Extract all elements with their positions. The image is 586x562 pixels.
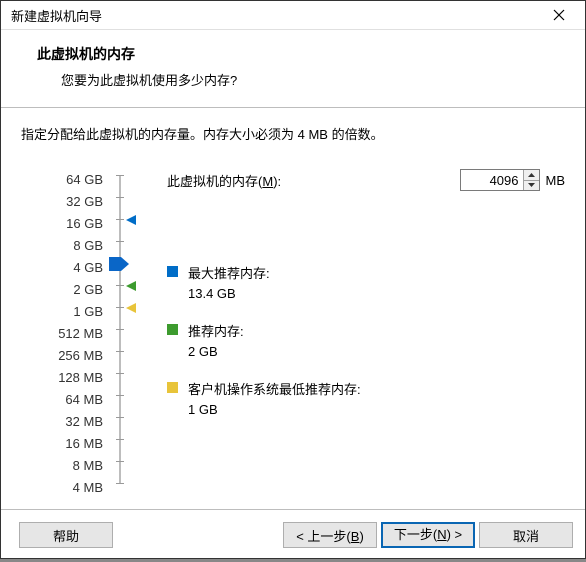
scale-tick-label: 128 MB	[21, 367, 113, 389]
recommended-block: 推荐内存: 2 GB	[167, 321, 565, 359]
help-button[interactable]: 帮助	[19, 522, 113, 548]
titlebar: 新建虚拟机向导	[1, 1, 585, 30]
memory-content: 64 GB 32 GB 16 GB 8 GB 4 GB 2 GB 1 GB 51…	[21, 169, 565, 499]
scale-tick-label: 1 GB	[21, 301, 113, 323]
window-title: 新建虚拟机向导	[11, 6, 539, 25]
memory-slider-track[interactable]	[113, 175, 139, 483]
memory-label-suffix: ):	[273, 174, 281, 189]
square-icon	[167, 382, 178, 393]
max-memory-marker	[126, 215, 136, 225]
back-suffix: )	[359, 529, 363, 544]
scale-tick-label: 32 MB	[21, 411, 113, 433]
memory-input-row: 此虚拟机的内存(M): MB	[167, 169, 565, 191]
page-subtitle: 您要为此虚拟机使用多少内存?	[37, 70, 585, 89]
scale-tick-label: 64 MB	[21, 389, 113, 411]
chevron-down-icon	[528, 183, 535, 187]
memory-label-hotkey: M	[262, 174, 273, 189]
scale-tick-label: 16 GB	[21, 213, 113, 235]
next-hotkey: N	[437, 527, 446, 542]
recommended-title: 推荐内存:	[188, 321, 244, 340]
scale-tick-label: 4 GB	[21, 257, 113, 279]
back-button[interactable]: < 上一步(B)	[283, 522, 377, 548]
memory-spinner	[460, 169, 540, 191]
next-prefix: 下一步(	[394, 527, 437, 542]
max-recommended-block: 最大推荐内存: 13.4 GB	[167, 263, 565, 301]
cancel-button[interactable]: 取消	[479, 522, 573, 548]
square-icon	[167, 266, 178, 277]
scale-tick-label: 32 GB	[21, 191, 113, 213]
info-column: 此虚拟机的内存(M): MB	[167, 169, 565, 437]
scale-tick-label: 2 GB	[21, 279, 113, 301]
scale-tick-label: 16 MB	[21, 433, 113, 455]
square-icon	[167, 324, 178, 335]
back-prefix: < 上一步(	[296, 529, 351, 544]
recommended-memory-marker	[126, 281, 136, 291]
memory-slider-thumb[interactable]	[109, 257, 129, 271]
min-recommended-value: 1 GB	[188, 402, 361, 417]
next-suffix: ) >	[447, 527, 463, 542]
wizard-window: 新建虚拟机向导 此虚拟机的内存 您要为此虚拟机使用多少内存? 指定分配给此虚拟机…	[0, 0, 586, 559]
close-button[interactable]	[539, 1, 579, 29]
wizard-header: 此虚拟机的内存 您要为此虚拟机使用多少内存?	[1, 30, 585, 108]
scale-tick-label: 512 MB	[21, 323, 113, 345]
spinner-buttons	[523, 170, 539, 190]
scale-tick-label: 8 GB	[21, 235, 113, 257]
scale-tick-label: 8 MB	[21, 455, 113, 477]
chevron-up-icon	[528, 173, 535, 177]
wizard-body: 指定分配给此虚拟机的内存量。内存大小必须为 4 MB 的倍数。 64 GB 32…	[1, 108, 585, 509]
min-recommended-title: 客户机操作系统最低推荐内存:	[188, 379, 361, 398]
scale-tick-label: 64 GB	[21, 169, 113, 191]
min-recommended-block: 客户机操作系统最低推荐内存: 1 GB	[167, 379, 565, 417]
next-button[interactable]: 下一步(N) >	[381, 522, 475, 548]
scale-tick-label: 4 MB	[21, 477, 113, 499]
wizard-footer: 帮助 < 上一步(B) 下一步(N) > 取消	[1, 509, 585, 562]
min-memory-marker	[126, 303, 136, 313]
memory-label: 此虚拟机的内存(M):	[167, 171, 460, 190]
page-title: 此虚拟机的内存	[37, 44, 585, 64]
instruction-text: 指定分配给此虚拟机的内存量。内存大小必须为 4 MB 的倍数。	[21, 124, 565, 143]
max-recommended-value: 13.4 GB	[188, 286, 270, 301]
scale-tick-label: 256 MB	[21, 345, 113, 367]
memory-scale: 64 GB 32 GB 16 GB 8 GB 4 GB 2 GB 1 GB 51…	[21, 169, 113, 499]
memory-label-prefix: 此虚拟机的内存(	[167, 174, 262, 189]
recommended-value: 2 GB	[188, 344, 244, 359]
max-recommended-title: 最大推荐内存:	[188, 263, 270, 282]
close-icon	[553, 9, 565, 21]
memory-value-input[interactable]	[461, 170, 523, 190]
memory-unit: MB	[546, 173, 566, 188]
memory-increase-button[interactable]	[524, 170, 539, 180]
memory-decrease-button[interactable]	[524, 180, 539, 191]
